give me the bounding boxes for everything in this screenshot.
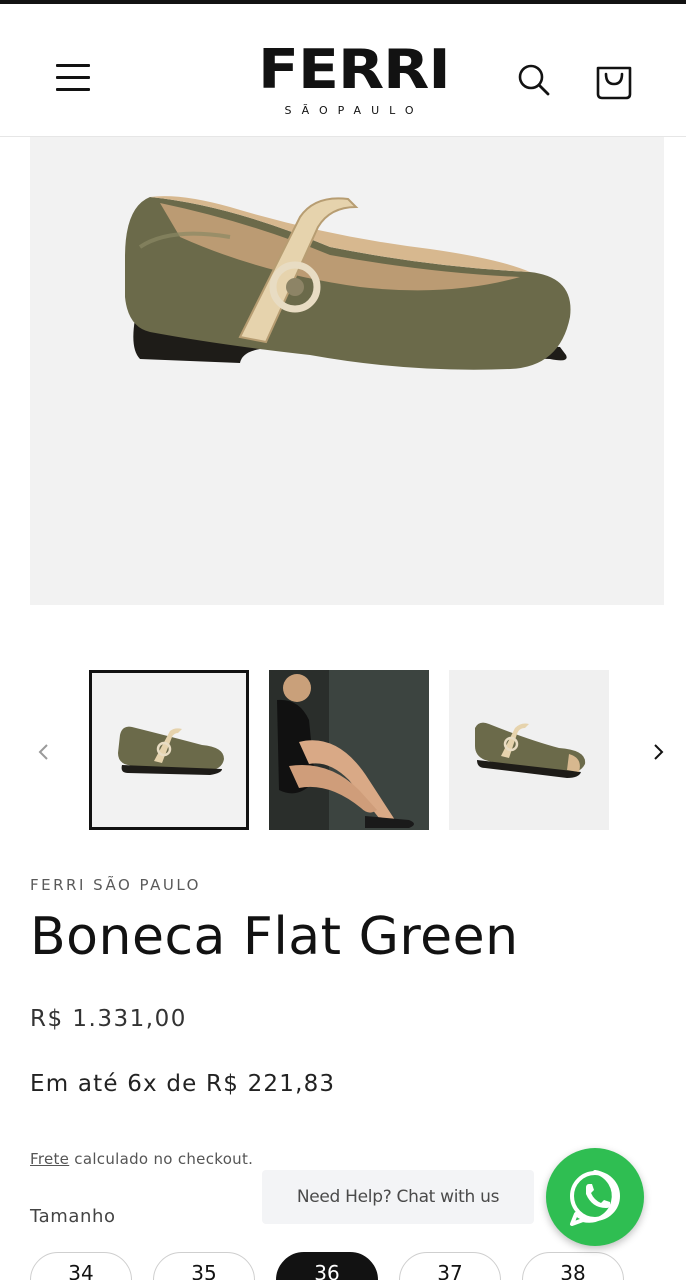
shoe-image [125,196,571,370]
whatsapp-chat-button[interactable] [546,1148,644,1246]
cart-button[interactable] [594,60,634,100]
size-label: Tamanho [30,1206,116,1227]
product-main-image[interactable] [30,137,664,605]
shipping-link[interactable]: Frete [30,1150,69,1168]
hamburger-line [56,76,90,79]
search-icon [518,64,550,96]
thumbnail-image-shoe-side [92,673,246,827]
site-header: FERRI SÃOPAULO [0,4,686,137]
chevron-right-icon [654,744,664,760]
product-title: Boneca Flat Green [30,907,519,967]
menu-button[interactable] [54,62,94,94]
size-option-36[interactable]: 36 [276,1252,378,1280]
thumbnail-image-model [269,670,429,830]
search-button[interactable] [514,60,554,100]
whatsapp-icon [570,1170,620,1226]
size-option-34[interactable]: 34 [30,1252,132,1280]
thumbnail-carousel [0,668,686,834]
chat-help-bubble[interactable]: Need Help? Chat with us [262,1170,534,1224]
size-options: 34 35 36 37 38 [0,1250,686,1280]
thumbnail-3[interactable] [449,670,609,830]
installment-info: Em até 6x de R$ 221,83 [30,1071,336,1097]
hamburger-menu-icon [56,64,90,67]
thumbnail-2[interactable] [269,670,429,830]
brand-subtitle: SÃOPAULO [284,104,424,117]
shipping-text: calculado no checkout. [69,1150,254,1168]
size-option-38[interactable]: 38 [522,1252,624,1280]
product-vendor: FERRI SÃO PAULO [30,876,201,894]
hamburger-line [56,88,90,91]
brand-wordmark: FERRI [258,38,451,102]
shipping-note: Frete calculado no checkout. [30,1150,253,1168]
carousel-next-button[interactable] [644,738,672,766]
product-price: R$ 1.331,00 [30,1006,187,1032]
chevron-left-icon [38,744,48,760]
carousel-prev-button[interactable] [30,738,58,766]
size-option-35[interactable]: 35 [153,1252,255,1280]
size-option-37[interactable]: 37 [399,1252,501,1280]
shopping-bag-icon [596,66,632,100]
thumbnail-image-shoe-angle [449,670,609,830]
brand-logo[interactable]: FERRI SÃOPAULO [258,38,451,124]
thumbnail-1[interactable] [89,670,249,830]
